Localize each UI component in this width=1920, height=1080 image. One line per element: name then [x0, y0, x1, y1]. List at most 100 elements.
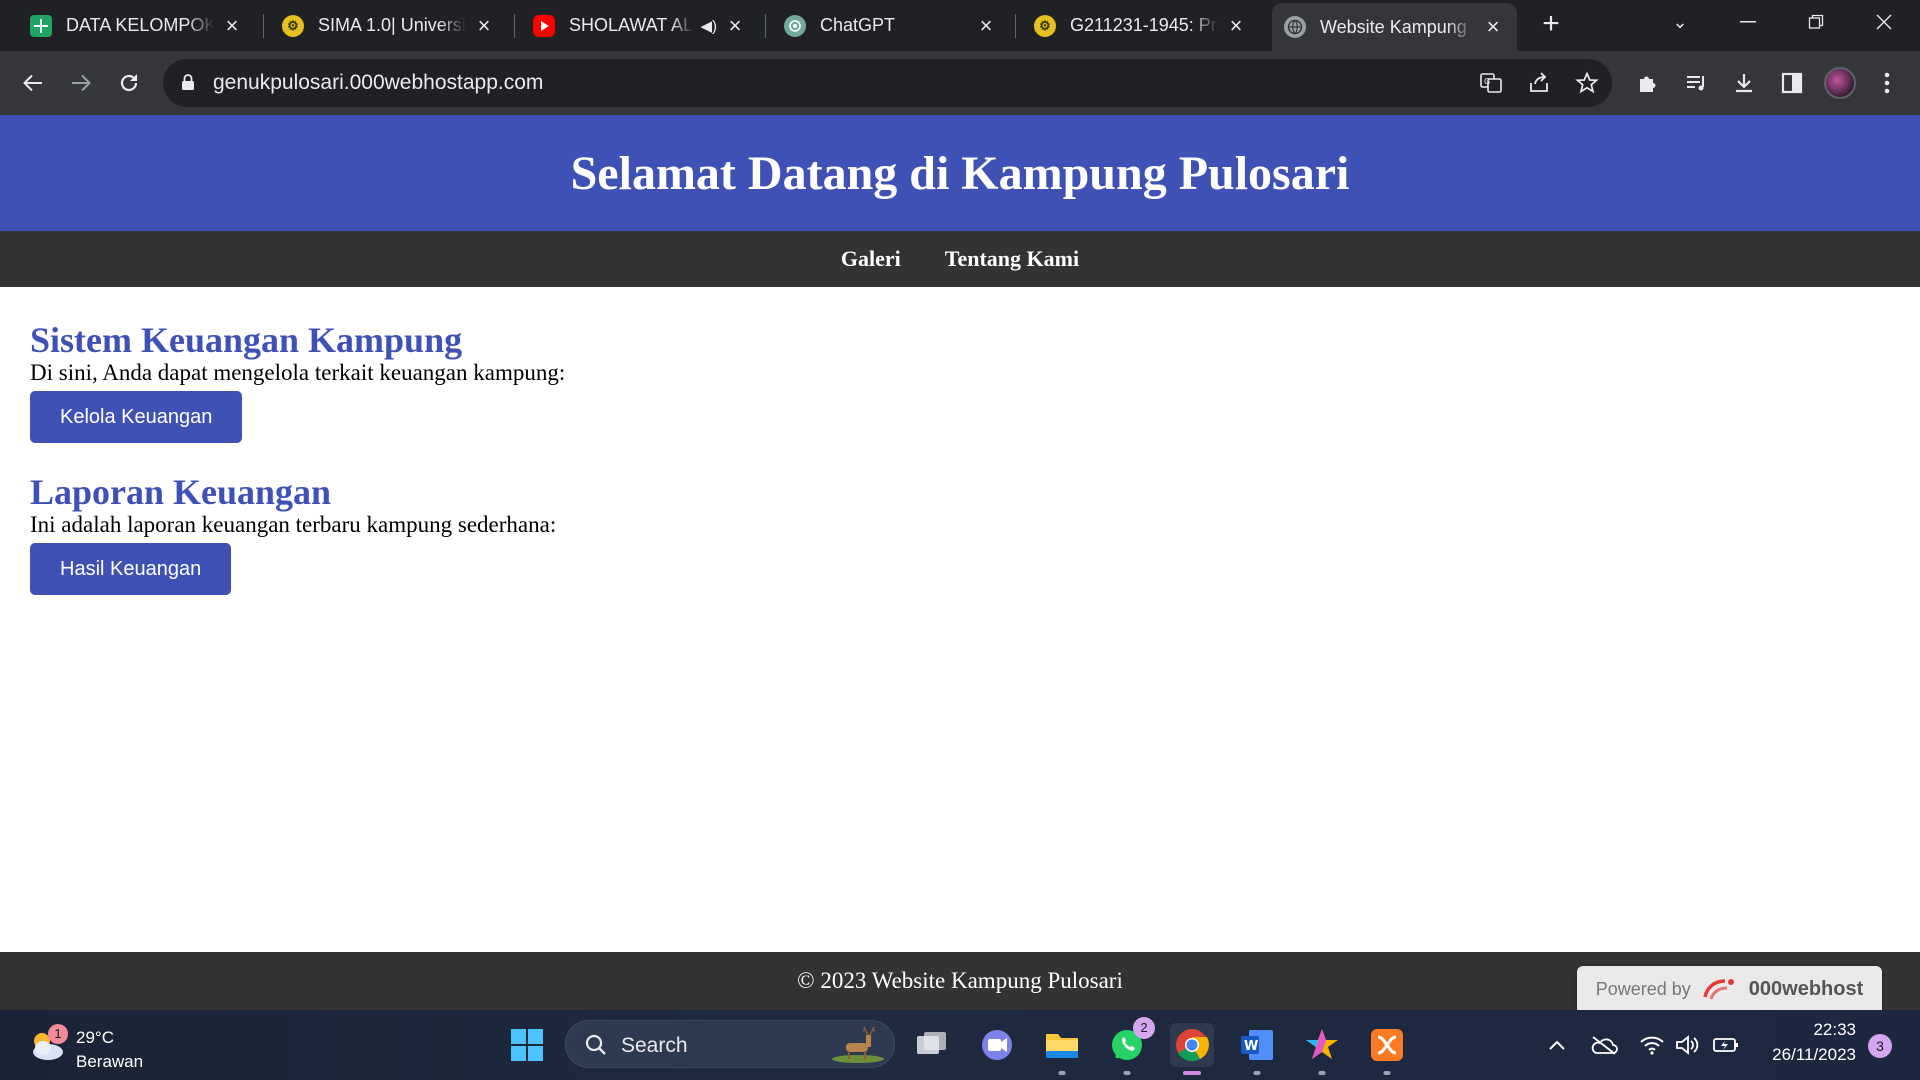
browser-toolbar: genukpulosari.000webhostapp.com G	[0, 51, 1920, 115]
whatsapp-badge: 2	[1133, 1017, 1155, 1039]
restore-button[interactable]	[1784, 0, 1848, 44]
clock-date[interactable]: 26/11/2023	[1756, 1045, 1856, 1065]
speaker-icon[interactable]: ◀)	[700, 17, 717, 35]
tab-chatgpt[interactable]: ChatGPT ×	[772, 6, 1010, 45]
tab-title: ChatGPT	[820, 15, 896, 35]
powered-by-brand: 000webhost	[1748, 977, 1864, 1000]
profile-avatar[interactable]	[1824, 67, 1856, 99]
nav-link-galeri[interactable]: Galeri	[841, 246, 901, 272]
app-running-indicator	[1253, 1071, 1261, 1075]
close-icon[interactable]: ×	[974, 13, 998, 38]
powered-by-label: Powered by	[1595, 978, 1691, 999]
url-text[interactable]: genukpulosari.000webhostapp.com	[213, 71, 543, 95]
tab-data-kelompok[interactable]: DATA KELOMPOK I ×	[18, 6, 256, 45]
tab-sholawat[interactable]: SHOLAWAT AL ◀) ×	[521, 6, 759, 45]
xampp-icon[interactable]	[1365, 1023, 1409, 1075]
back-button[interactable]	[14, 64, 52, 102]
weather-condition: Berawan	[76, 1052, 144, 1071]
sheets-icon	[30, 14, 52, 37]
taskbar-search[interactable]: Search	[565, 1020, 895, 1068]
chatgpt-icon	[784, 14, 806, 37]
tab-title: SIMA 1.0| Universitas	[318, 15, 466, 35]
notification-count-badge[interactable]: 3	[1868, 1034, 1892, 1058]
tab-search-chevron-icon[interactable]: ⌄	[1648, 0, 1712, 44]
tab-title: Website Kampung	[1320, 16, 1467, 37]
nav-link-tentang-kami[interactable]: Tentang Kami	[945, 246, 1079, 272]
svg-text:G: G	[1484, 77, 1490, 86]
task-view-icon[interactable]	[910, 1023, 954, 1067]
kelola-keuangan-button[interactable]: Kelola Keuangan	[30, 391, 243, 443]
tab-separator	[514, 14, 515, 38]
forward-button[interactable]	[62, 64, 100, 102]
onedrive-cloud-off-icon[interactable]	[1582, 1023, 1626, 1067]
media-control-icon[interactable]	[1677, 64, 1715, 102]
weather-badge: 1	[48, 1024, 68, 1044]
powered-by-badge[interactable]: Powered by 000webhost	[1577, 966, 1882, 1012]
windows-start-icon[interactable]	[505, 1023, 549, 1067]
download-icon[interactable]	[1725, 64, 1763, 102]
site-nav: Galeri Tentang Kami	[0, 231, 1920, 287]
university-icon: ⚙	[1034, 14, 1056, 37]
extensions-puzzle-icon[interactable]	[1629, 64, 1667, 102]
app-running-indicator	[1318, 1071, 1326, 1075]
tab-title: G211231-1945: Pro	[1070, 15, 1218, 35]
clock-time[interactable]: 22:33	[1756, 1020, 1856, 1040]
page-title: Selamat Datang di Kampung Pulosari	[570, 146, 1350, 200]
bookmark-star-icon[interactable]	[1572, 68, 1602, 98]
hasil-keuangan-button[interactable]: Hasil Keuangan	[30, 543, 232, 595]
menu-kebab-icon[interactable]	[1868, 64, 1906, 102]
tab-website-kampung[interactable]: Website Kampung ×	[1272, 3, 1517, 51]
app-running-indicator	[1058, 1071, 1066, 1075]
translate-icon[interactable]: G	[1476, 68, 1506, 98]
section-sistem-keuangan: Sistem Keuangan Kampung Di sini, Anda da…	[30, 320, 565, 443]
section-heading: Sistem Keuangan Kampung	[30, 320, 463, 360]
youtube-icon	[533, 14, 555, 37]
close-icon[interactable]: ×	[472, 13, 496, 38]
section-heading: Laporan Keuangan	[30, 472, 332, 512]
star-app-icon[interactable]	[1300, 1023, 1344, 1075]
battery-charging-icon[interactable]	[1704, 1023, 1748, 1067]
close-icon[interactable]: ×	[1224, 13, 1248, 38]
file-explorer-icon[interactable]	[1040, 1023, 1084, 1075]
new-tab-button[interactable]: +	[1536, 9, 1566, 39]
tab-separator	[1015, 14, 1016, 38]
browser-tab-strip: DATA KELOMPOK I × ⚙ SIMA 1.0| Universita…	[0, 0, 1920, 51]
search-label: Search	[621, 1034, 688, 1057]
windows-taskbar: 1 29°C Berawan Search 2 W 22:33 26/11/20…	[0, 1010, 1920, 1080]
tab-separator	[765, 14, 766, 38]
section-text: Di sini, Anda dapat mengelola terkait ke…	[30, 360, 566, 385]
close-icon[interactable]: ×	[1481, 14, 1505, 39]
lock-icon[interactable]	[181, 73, 195, 91]
tab-title: SHOLAWAT AL	[569, 15, 694, 35]
section-laporan-keuangan: Laporan Keuangan Ini adalah laporan keua…	[30, 472, 556, 595]
reload-button[interactable]	[110, 64, 148, 102]
address-bar[interactable]: genukpulosari.000webhostapp.com G	[163, 59, 1612, 107]
deer-highlight-icon	[832, 1026, 884, 1063]
side-panel-icon[interactable]	[1773, 64, 1811, 102]
globe-icon	[1284, 16, 1306, 38]
chevron-up-icon[interactable]	[1535, 1023, 1579, 1067]
weather-widget[interactable]: 1 29°C Berawan	[26, 1020, 166, 1071]
word-icon[interactable]: W	[1235, 1023, 1279, 1075]
close-window-button[interactable]	[1852, 0, 1916, 44]
whatsapp-icon[interactable]: 2	[1105, 1017, 1155, 1075]
teams-chat-icon[interactable]	[975, 1023, 1019, 1067]
close-icon[interactable]: ×	[220, 13, 244, 38]
app-active-indicator	[1183, 1071, 1201, 1075]
app-running-indicator	[1123, 1071, 1131, 1075]
app-running-indicator	[1383, 1071, 1391, 1075]
tab-separator	[263, 14, 264, 38]
footer-copyright: © 2023 Website Kampung Pulosari	[797, 968, 1123, 993]
svg-text:W: W	[1244, 1039, 1258, 1054]
site-header: Selamat Datang di Kampung Pulosari	[0, 115, 1920, 231]
chrome-icon[interactable]	[1170, 1023, 1214, 1075]
share-icon[interactable]	[1524, 68, 1554, 98]
close-icon[interactable]: ×	[723, 13, 747, 38]
tab-title: DATA KELOMPOK I	[66, 15, 214, 35]
section-text: Ini adalah laporan keuangan terbaru kamp…	[30, 512, 557, 537]
minimize-button[interactable]	[1716, 0, 1780, 44]
tab-sima[interactable]: ⚙ SIMA 1.0| Universitas ×	[270, 6, 508, 45]
search-icon	[585, 1034, 606, 1055]
tab-g211231[interactable]: ⚙ G211231-1945: Pro ×	[1022, 6, 1260, 45]
university-icon: ⚙	[282, 14, 304, 37]
